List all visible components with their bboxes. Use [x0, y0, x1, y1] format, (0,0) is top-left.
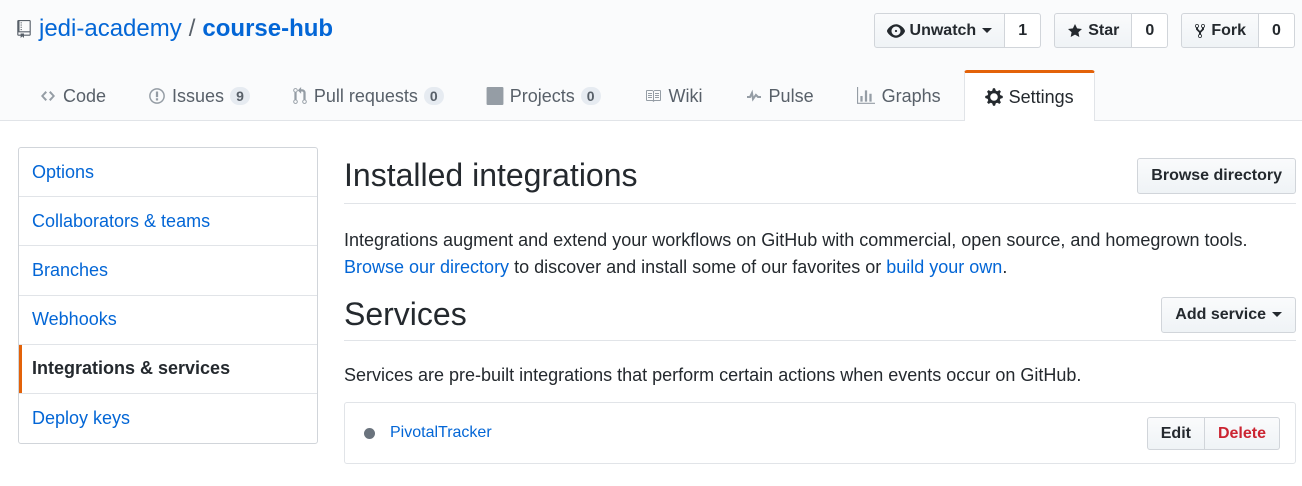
stars-count[interactable]: 0 — [1132, 13, 1169, 48]
tab-projects[interactable]: Projects 0 — [465, 70, 622, 121]
services-subhead: Services Add service — [344, 289, 1296, 341]
menu-item-webhooks[interactable]: Webhooks — [19, 296, 317, 345]
integrations-description: Integrations augment and extend your wor… — [344, 227, 1296, 281]
menu-item-integrations[interactable]: Integrations & services — [19, 344, 317, 394]
watchers-count[interactable]: 1 — [1005, 13, 1042, 48]
repo-nav: Code Issues 9 Pull requests 0 Projects 0… — [18, 70, 1095, 121]
project-icon — [486, 87, 504, 105]
integrations-subhead: Installed integrations Browse directory — [344, 148, 1296, 204]
browse-directory-button[interactable]: Browse directory — [1137, 157, 1296, 194]
path-separator: / — [188, 15, 196, 42]
pull-request-icon — [293, 87, 307, 104]
projects-counter: 0 — [580, 87, 601, 105]
star-label: Star — [1088, 21, 1120, 39]
tab-label: Graphs — [881, 85, 941, 106]
tab-label: Pulse — [768, 85, 814, 106]
desc-text: . — [1002, 257, 1008, 277]
tab-wiki[interactable]: Wiki — [622, 70, 724, 121]
forks-count[interactable]: 0 — [1259, 13, 1295, 48]
tab-label: Pull requests — [313, 85, 418, 106]
main-content: Installed integrations Browse directory … — [344, 148, 1296, 464]
add-service-button[interactable]: Add service — [1161, 296, 1296, 333]
pulse-icon — [746, 89, 761, 102]
tab-label: Code — [63, 85, 107, 106]
status-dot-icon — [364, 427, 375, 439]
tab-settings[interactable]: Settings — [963, 70, 1095, 121]
tab-label: Wiki — [668, 85, 703, 106]
book-icon — [645, 90, 661, 102]
tab-pull-requests[interactable]: Pull requests 0 — [271, 70, 465, 121]
build-your-own-link[interactable]: build your own — [886, 257, 1002, 277]
edit-service-button[interactable]: Edit — [1146, 417, 1205, 450]
gear-icon — [984, 88, 1003, 106]
settings-menu: Options Collaborators & teams Branches W… — [18, 147, 318, 445]
desc-text: Integrations augment and extend your wor… — [344, 230, 1248, 250]
repo-actions: Unwatch 1 Star 0 Fork 0 — [861, 13, 1295, 48]
menu-item-options[interactable]: Options — [19, 148, 317, 198]
issue-icon — [149, 88, 165, 104]
menu-item-deploy-keys[interactable]: Deploy keys — [19, 394, 317, 443]
star-button[interactable]: Star — [1054, 13, 1133, 48]
fork-icon — [1195, 23, 1206, 38]
delete-service-button[interactable]: Delete — [1204, 417, 1280, 450]
tab-label: Projects — [509, 85, 575, 106]
desc-text: to discover and install some of our favo… — [509, 257, 887, 277]
integrations-heading: Installed integrations — [344, 157, 638, 193]
repo-name-link[interactable]: course-hub — [202, 15, 333, 43]
tab-code[interactable]: Code — [18, 70, 127, 121]
tab-graphs[interactable]: Graphs — [835, 70, 962, 121]
browse-directory-link[interactable]: Browse our directory — [344, 257, 509, 277]
watch-group: Unwatch 1 — [873, 13, 1042, 48]
tab-issues[interactable]: Issues 9 — [127, 70, 271, 121]
menu-item-branches[interactable]: Branches — [19, 246, 317, 296]
fork-button[interactable]: Fork — [1181, 13, 1259, 48]
tab-pulse[interactable]: Pulse — [724, 70, 835, 121]
fork-label: Fork — [1211, 21, 1246, 39]
eye-icon — [886, 23, 905, 38]
chevron-down-icon — [982, 28, 993, 33]
graph-icon — [856, 87, 875, 104]
service-name-link[interactable]: PivotalTracker — [390, 424, 492, 442]
pull-requests-counter: 0 — [423, 87, 444, 105]
star-group: Star 0 — [1054, 13, 1169, 48]
tab-label: Issues — [172, 85, 225, 106]
service-row: PivotalTracker Edit Delete — [344, 402, 1296, 464]
repo-owner-link[interactable]: jedi-academy — [39, 15, 182, 43]
chevron-down-icon — [1272, 312, 1282, 317]
services-heading: Services — [344, 296, 467, 332]
issues-counter: 9 — [230, 87, 250, 105]
service-actions: Edit Delete — [1146, 417, 1280, 450]
menu-item-collaborators[interactable]: Collaborators & teams — [19, 197, 317, 247]
repo-icon — [17, 20, 31, 38]
services-description: Services are pre-built integrations that… — [344, 365, 1082, 385]
add-service-label: Add service — [1175, 305, 1266, 323]
repo-header: jedi-academy / course-hub Unwatch 1 Star… — [0, 0, 1302, 121]
code-icon — [41, 91, 55, 101]
tab-label: Settings — [1008, 86, 1074, 107]
unwatch-label: Unwatch — [909, 21, 977, 39]
unwatch-button[interactable]: Unwatch — [873, 13, 1006, 48]
fork-group: Fork 0 — [1181, 13, 1295, 48]
star-icon — [1068, 23, 1083, 37]
repo-title: jedi-academy / course-hub — [17, 15, 333, 43]
